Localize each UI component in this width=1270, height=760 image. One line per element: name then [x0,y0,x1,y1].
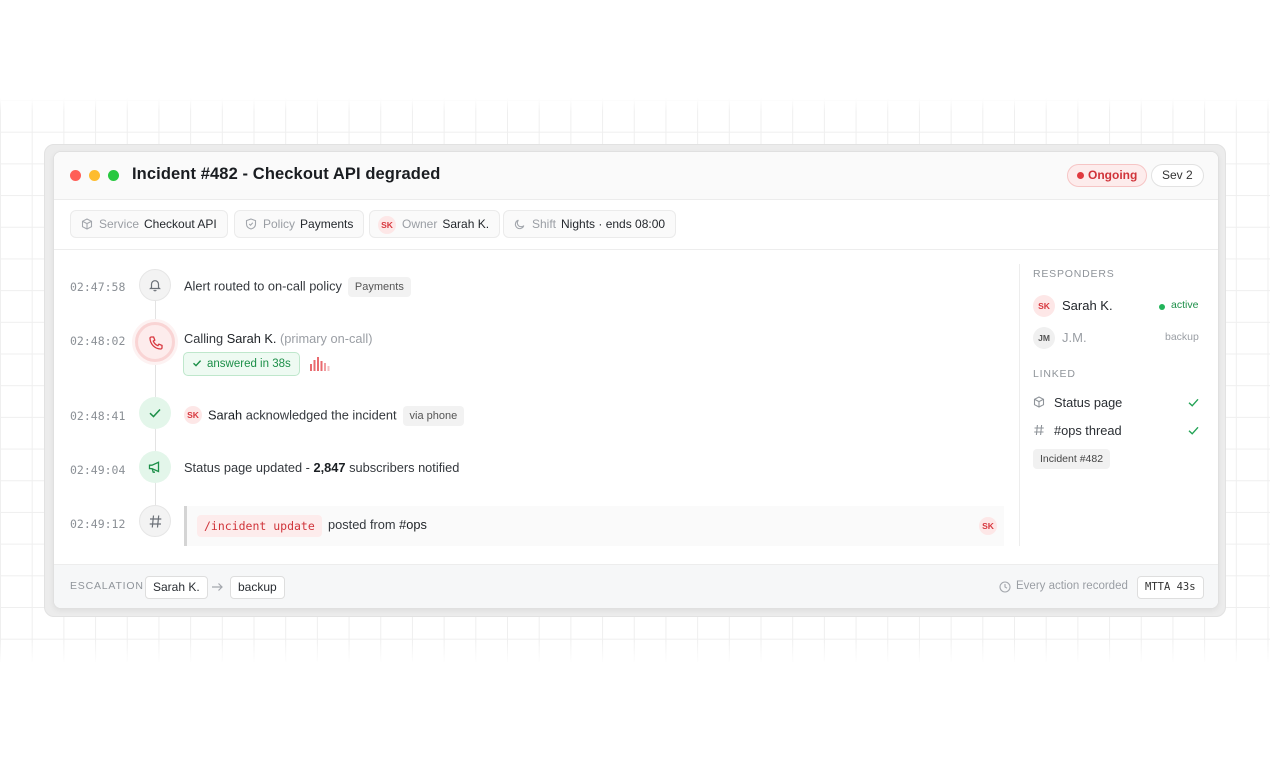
policy-tag[interactable]: Payments [347,277,411,297]
event-acknowledged: SK Sarah acknowledged the incident via pho… [184,406,465,426]
status-dot-icon [1077,172,1084,179]
clock-icon [999,581,1011,593]
event-text: Calling [184,331,227,346]
event-suffix: subscribers notified [345,460,460,475]
status-badge[interactable]: Ongoing [1067,164,1148,187]
escalation-label: ESCALATION [70,580,144,592]
linked-ops-thread[interactable]: #ops thread [1054,423,1122,438]
linked-status-page[interactable]: Status page [1054,395,1122,410]
avatar: SK [979,517,997,535]
shift-value: Nights · ends 08:00 [561,217,666,231]
escalation-step-primary[interactable]: Sarah K. [145,576,208,599]
title-bar: Incident #482 - Checkout API degraded On… [54,152,1218,200]
shield-icon [245,218,257,230]
answered-label: answered in 38s [207,358,291,370]
cube-icon [81,218,93,230]
recorded-text: Every action recorded [1016,580,1128,592]
event-time: 02:48:41 [70,409,126,423]
arrow-right-icon [212,583,223,591]
slash-command[interactable]: /incident update [197,515,322,537]
hash-icon [1034,424,1044,436]
responder-name[interactable]: Sarah [208,407,242,422]
check-icon [1188,398,1199,407]
avatar: JM [1033,327,1055,349]
grid-fade-top [0,98,1270,112]
status-badge-label: Ongoing [1088,168,1138,182]
megaphone-icon [148,461,160,473]
owner-value: Sarah K. [442,217,490,231]
grid-fade-bottom [0,640,1270,664]
escalation-step-backup[interactable]: backup [230,576,285,599]
responder-status: active [1171,299,1199,311]
event-calling: Calling Sarah K. (primary on-call) [184,331,372,346]
active-dot-icon [1159,304,1165,310]
event-time: 02:49:12 [70,517,126,531]
event-alert-routed: Alert routed to on-call policy Payments [184,277,411,297]
event-text: Alert routed to on-call policy [184,278,342,294]
bell-icon [149,280,161,292]
check-icon [1188,426,1199,435]
responder-name[interactable]: Sarah K. [1062,298,1113,313]
hash-icon [149,515,162,528]
event-node [139,505,171,537]
policy-value: Payments [300,217,354,231]
responder-name[interactable]: Sarah K. [227,331,277,346]
check-icon [193,360,202,367]
minimize-window-button[interactable] [89,170,100,181]
owner-avatar: SK [378,215,396,234]
policy-chip[interactable]: Policy Payments [234,210,365,238]
event-time: 02:47:58 [70,280,126,294]
responder-status: backup [1165,331,1199,343]
posted-from-text: posted from #ops [328,517,427,532]
incident-window: Incident #482 - Checkout API degraded On… [53,151,1219,609]
event-node [139,269,171,301]
escalation-footer: ESCALATION Sarah K. backup Every action … [54,564,1218,608]
close-window-button[interactable] [70,170,81,181]
incident-title: Incident #482 - Checkout API degraded [132,165,441,183]
event-text: acknowledged the incident [242,407,397,423]
event-time: 02:48:02 [70,334,126,348]
event-text: Status page updated - [184,460,314,475]
owner-chip[interactable]: SK Owner Sarah K. [369,210,501,238]
responders-heading: RESPONDERS [1033,268,1115,280]
moon-icon [514,219,525,229]
event-node [135,322,175,362]
event-node [139,397,171,429]
incident-tag[interactable]: Incident #482 [1033,449,1111,469]
audio-waveform-icon [310,357,330,371]
panel-divider [1019,264,1020,546]
service-chip[interactable]: Service Checkout API [70,210,228,238]
event-node [139,451,171,483]
mtta-badge: MTTA 43s [1137,576,1204,599]
channel-link[interactable]: #ops [399,517,427,532]
channel-tag: via phone [402,406,465,426]
event-note: (primary on-call) [276,331,373,346]
linked-heading: LINKED [1033,368,1076,380]
event-status-page-updated: Status page updated - 2,847 subscribers … [184,460,459,475]
service-key: Service [99,217,140,231]
check-icon [149,408,161,418]
severity-badge[interactable]: Sev 2 [1151,164,1204,187]
event-text: posted from [328,517,400,532]
event-time: 02:49:04 [70,463,126,477]
avatar: SK [1033,295,1055,317]
subscriber-count: 2,847 [313,460,346,475]
service-value: Checkout API [144,217,217,231]
policy-key: Policy [263,217,296,231]
shift-chip[interactable]: Shift Nights · ends 08:00 [503,210,677,238]
answered-badge: answered in 38s [183,352,300,376]
phone-icon [149,336,163,350]
avatar: SK [184,406,202,424]
maximize-window-button[interactable] [108,170,119,181]
owner-key: Owner [402,217,438,231]
meta-bar: Service Checkout API Policy Payments SK Own… [54,200,1218,250]
shift-key: Shift [532,217,557,231]
cube-icon [1033,396,1045,408]
slash-command-row: /incident update posted from #ops SK [184,506,1004,546]
responder-name[interactable]: J.M. [1062,330,1087,345]
